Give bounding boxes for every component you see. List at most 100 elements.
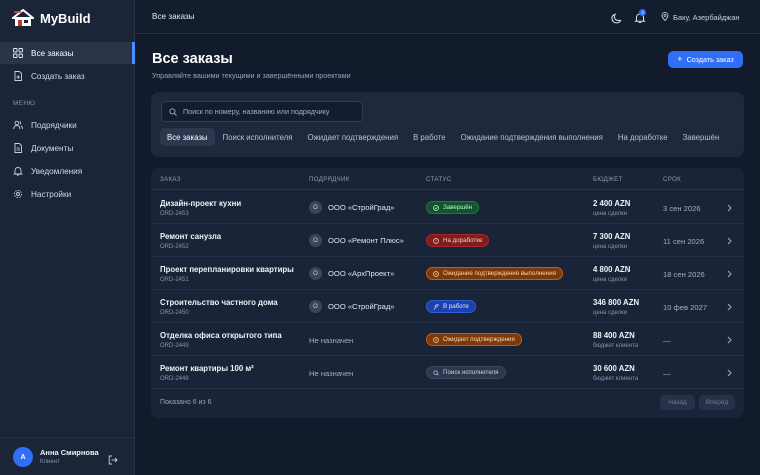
sidebar-item-all-orders[interactable]: Все заказы bbox=[0, 42, 135, 64]
user-role: Клиент bbox=[40, 459, 60, 465]
tab-awaiting-confirmation[interactable]: Ожидает подтверждения bbox=[301, 128, 406, 146]
deadline: 3 сен 2026 bbox=[663, 204, 701, 213]
sidebar-item-documents[interactable]: Документы bbox=[0, 137, 135, 159]
contractor-avatar: О bbox=[309, 267, 322, 280]
budget-value: 88 400 AZN bbox=[593, 331, 635, 340]
sidebar-item-label: Все заказы bbox=[31, 48, 74, 58]
sidebar-item-label: Создать заказ bbox=[31, 71, 85, 81]
sidebar-item-contractors[interactable]: Подрядчики bbox=[0, 114, 135, 136]
table-row[interactable]: Строительство частного дома ORD-2450 О О… bbox=[151, 290, 744, 323]
chevron-right-icon[interactable] bbox=[726, 336, 733, 344]
header-title: Все заказы bbox=[152, 12, 195, 21]
chevron-right-icon[interactable] bbox=[726, 237, 733, 245]
tab-completed[interactable]: Завершён bbox=[676, 128, 727, 146]
status-label: Ожидает подтверждения bbox=[443, 336, 515, 343]
location-indicator[interactable]: Баку, Азербайджан bbox=[661, 12, 740, 23]
chevron-right-icon[interactable] bbox=[726, 303, 733, 311]
budget-note: бюджет клиента bbox=[593, 376, 639, 382]
tab-searching-contractor[interactable]: Поиск исполнителя bbox=[216, 128, 300, 146]
order-id: ORD-2449 bbox=[160, 343, 189, 349]
next-page-button[interactable]: Вперёд bbox=[699, 395, 735, 410]
contractor: О ООО «СтройГрад» bbox=[309, 300, 395, 313]
contractor: О ООО «АрхПроект» bbox=[309, 267, 394, 280]
app-name: MyBuild bbox=[40, 10, 91, 26]
status-label: Поиск исполнителя bbox=[443, 369, 499, 376]
table-row[interactable]: Дизайн-проект кухни ORD-2453 О ООО «Стро… bbox=[151, 191, 744, 224]
order-title: Ремонт санузла bbox=[160, 232, 222, 241]
order-title: Дизайн-проект кухни bbox=[160, 199, 242, 208]
prev-page-button[interactable]: Назад bbox=[660, 395, 695, 410]
sidebar-item-settings[interactable]: Настройки bbox=[0, 183, 135, 205]
bell-icon bbox=[13, 166, 23, 176]
order-id: ORD-2451 bbox=[160, 277, 189, 283]
sidebar-item-create-order[interactable]: Создать заказ bbox=[0, 65, 135, 87]
contractor: О ООО «СтройГрад» bbox=[309, 201, 395, 214]
order-title: Ремонт квартиры 100 м² bbox=[160, 364, 254, 373]
contractor-name: ООО «СтройГрад» bbox=[328, 302, 395, 311]
column-header-deadline: СРОК bbox=[663, 176, 682, 183]
column-header-contractor: ПОДРЯДЧИК bbox=[309, 176, 350, 183]
status-badge: На доработке bbox=[426, 234, 490, 247]
sidebar: MyBuild Все заказы Создать заказ МЕНЮ По… bbox=[0, 0, 135, 475]
contractor-unassigned: Не назначен bbox=[309, 369, 354, 378]
status-badge: Поиск исполнителя bbox=[426, 366, 506, 379]
map-pin-icon bbox=[661, 12, 669, 23]
table-row[interactable]: Ремонт санузла ORD-2452 О ООО «Ремонт Пл… bbox=[151, 224, 744, 257]
status-tabs: Все заказы Поиск исполнителя Ожидает под… bbox=[160, 128, 727, 146]
sidebar-item-label: Документы bbox=[31, 143, 74, 153]
column-header-status: СТАТУС bbox=[426, 176, 452, 183]
search-icon bbox=[433, 369, 439, 376]
chevron-right-icon[interactable] bbox=[726, 204, 733, 212]
page-title: Все заказы bbox=[152, 51, 233, 67]
budget-note: бюджет клиента bbox=[593, 343, 639, 349]
chevron-right-icon[interactable] bbox=[726, 270, 733, 278]
filter-panel: Все заказы Поиск исполнителя Ожидает под… bbox=[151, 92, 744, 157]
order-id: ORD-2450 bbox=[160, 310, 189, 316]
deadline: — bbox=[663, 336, 671, 345]
table-row[interactable]: Ремонт квартиры 100 м² ORD-2448 Не назна… bbox=[151, 356, 744, 389]
sidebar-item-notifications[interactable]: Уведомления bbox=[0, 160, 135, 182]
tab-in-progress[interactable]: В работе bbox=[406, 128, 453, 146]
orders-table: ЗАКАЗ ПОДРЯДЧИК СТАТУС БЮДЖЕТ СРОК Дизай… bbox=[151, 168, 744, 418]
status-label: Ожидание подтверждения выполнения bbox=[443, 270, 556, 277]
search-input[interactable] bbox=[183, 107, 353, 116]
order-id: ORD-2453 bbox=[160, 211, 189, 217]
tab-awaiting-completion-confirmation[interactable]: Ожидание подтверждения выполнения bbox=[454, 128, 610, 146]
status-badge: Ожидает подтверждения bbox=[426, 333, 522, 346]
table-row[interactable]: Проект перепланировки квартиры ORD-2451 … bbox=[151, 257, 744, 290]
top-header: Все заказы 3 Баку, Азербайджан bbox=[135, 0, 760, 34]
order-id: ORD-2452 bbox=[160, 244, 189, 250]
check-circle-icon bbox=[433, 204, 439, 211]
create-order-button[interactable]: + Создать заказ bbox=[668, 51, 743, 68]
users-icon bbox=[13, 120, 23, 130]
budget-value: 346 800 AZN bbox=[593, 298, 640, 307]
budget-value: 2 400 AZN bbox=[593, 199, 631, 208]
sidebar-item-label: Настройки bbox=[31, 189, 72, 199]
contractor-name: ООО «АрхПроект» bbox=[328, 269, 395, 278]
order-id: ORD-2448 bbox=[160, 376, 189, 382]
search-box[interactable] bbox=[161, 101, 363, 122]
chevron-right-icon[interactable] bbox=[726, 369, 733, 377]
tab-revision[interactable]: На доработке bbox=[611, 128, 675, 146]
clock-icon bbox=[433, 336, 439, 343]
deadline: — bbox=[663, 369, 671, 378]
tab-all-orders[interactable]: Все заказы bbox=[160, 128, 215, 146]
logout-icon[interactable] bbox=[108, 452, 118, 465]
app-logo[interactable]: MyBuild bbox=[10, 8, 91, 28]
deadline: 11 сен 2026 bbox=[663, 237, 705, 246]
avatar[interactable]: А bbox=[13, 447, 33, 467]
table-row[interactable]: Отделка офиса открытого типа ORD-2449 Не… bbox=[151, 323, 744, 356]
deadline: 10 фев 2027 bbox=[663, 303, 708, 312]
search-icon bbox=[169, 103, 177, 121]
pagination-summary: Показано 6 из 6 bbox=[160, 399, 212, 406]
status-label: Завершён bbox=[443, 204, 473, 211]
contractor-avatar: О bbox=[309, 201, 322, 214]
contractor-avatar: О bbox=[309, 234, 322, 247]
budget-note: цена сделки bbox=[593, 244, 628, 250]
document-icon bbox=[13, 143, 23, 153]
column-header-order: ЗАКАЗ bbox=[160, 176, 181, 183]
budget-value: 7 300 AZN bbox=[593, 232, 631, 241]
contractor-unassigned: Не назначен bbox=[309, 336, 354, 345]
theme-toggle-moon-icon[interactable] bbox=[611, 11, 622, 24]
user-name: Анна Смирнова bbox=[40, 448, 99, 457]
